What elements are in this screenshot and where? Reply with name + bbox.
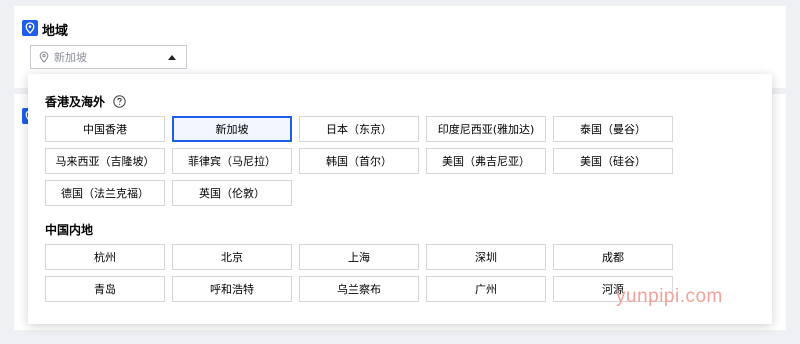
region-option-bangkok[interactable]: 泰国（曼谷） (553, 116, 673, 142)
group-title-mainland-label: 中国内地 (45, 223, 94, 237)
group-title-overseas-label: 香港及海外 (45, 95, 106, 109)
watermark: yunpipi.com (616, 286, 723, 307)
region-option-hongkong[interactable]: 中国香港 (45, 116, 165, 142)
group-title-mainland: 中国内地 (45, 221, 93, 238)
region-select[interactable]: 新加坡 (30, 45, 187, 69)
region-option-frankfurt[interactable]: 德国（法兰克福） (45, 180, 165, 206)
caret-up-icon (168, 54, 176, 60)
location-pin-icon (22, 20, 38, 36)
group-title-overseas: 香港及海外 (45, 93, 126, 110)
region-option-seoul[interactable]: 韩国（首尔） (299, 148, 419, 174)
region-option-beijing[interactable]: 北京 (172, 244, 292, 270)
region-option-shenzhen[interactable]: 深圳 (426, 244, 546, 270)
region-option-tokyo[interactable]: 日本（东京） (299, 116, 419, 142)
region-option-hohhot[interactable]: 呼和浩特 (172, 276, 292, 302)
region-option-virginia[interactable]: 美国（弗吉尼亚） (426, 148, 546, 174)
region-option-manila[interactable]: 菲律宾（马尼拉） (172, 148, 292, 174)
region-select-value: 新加坡 (54, 51, 87, 64)
region-option-guangzhou[interactable]: 广州 (426, 276, 546, 302)
question-circle-icon[interactable] (113, 95, 126, 108)
region-title: 地域 (42, 24, 69, 39)
region-option-kualalumpur[interactable]: 马来西亚（吉隆坡） (45, 148, 165, 174)
region-option-shanghai[interactable]: 上海 (299, 244, 419, 270)
region-option-singapore[interactable]: 新加坡 (172, 116, 292, 142)
region-option-jakarta[interactable]: 印度尼西亚(雅加达) (426, 116, 546, 142)
region-option-qingdao[interactable]: 青岛 (45, 276, 165, 302)
region-option-siliconvalley[interactable]: 美国（硅谷） (553, 148, 673, 174)
location-pin-icon (39, 51, 49, 63)
region-option-london[interactable]: 英国（伦敦） (172, 180, 292, 206)
region-option-ulanqab[interactable]: 乌兰察布 (299, 276, 419, 302)
region-option-hangzhou[interactable]: 杭州 (45, 244, 165, 270)
region-option-chengdu[interactable]: 成都 (553, 244, 673, 270)
